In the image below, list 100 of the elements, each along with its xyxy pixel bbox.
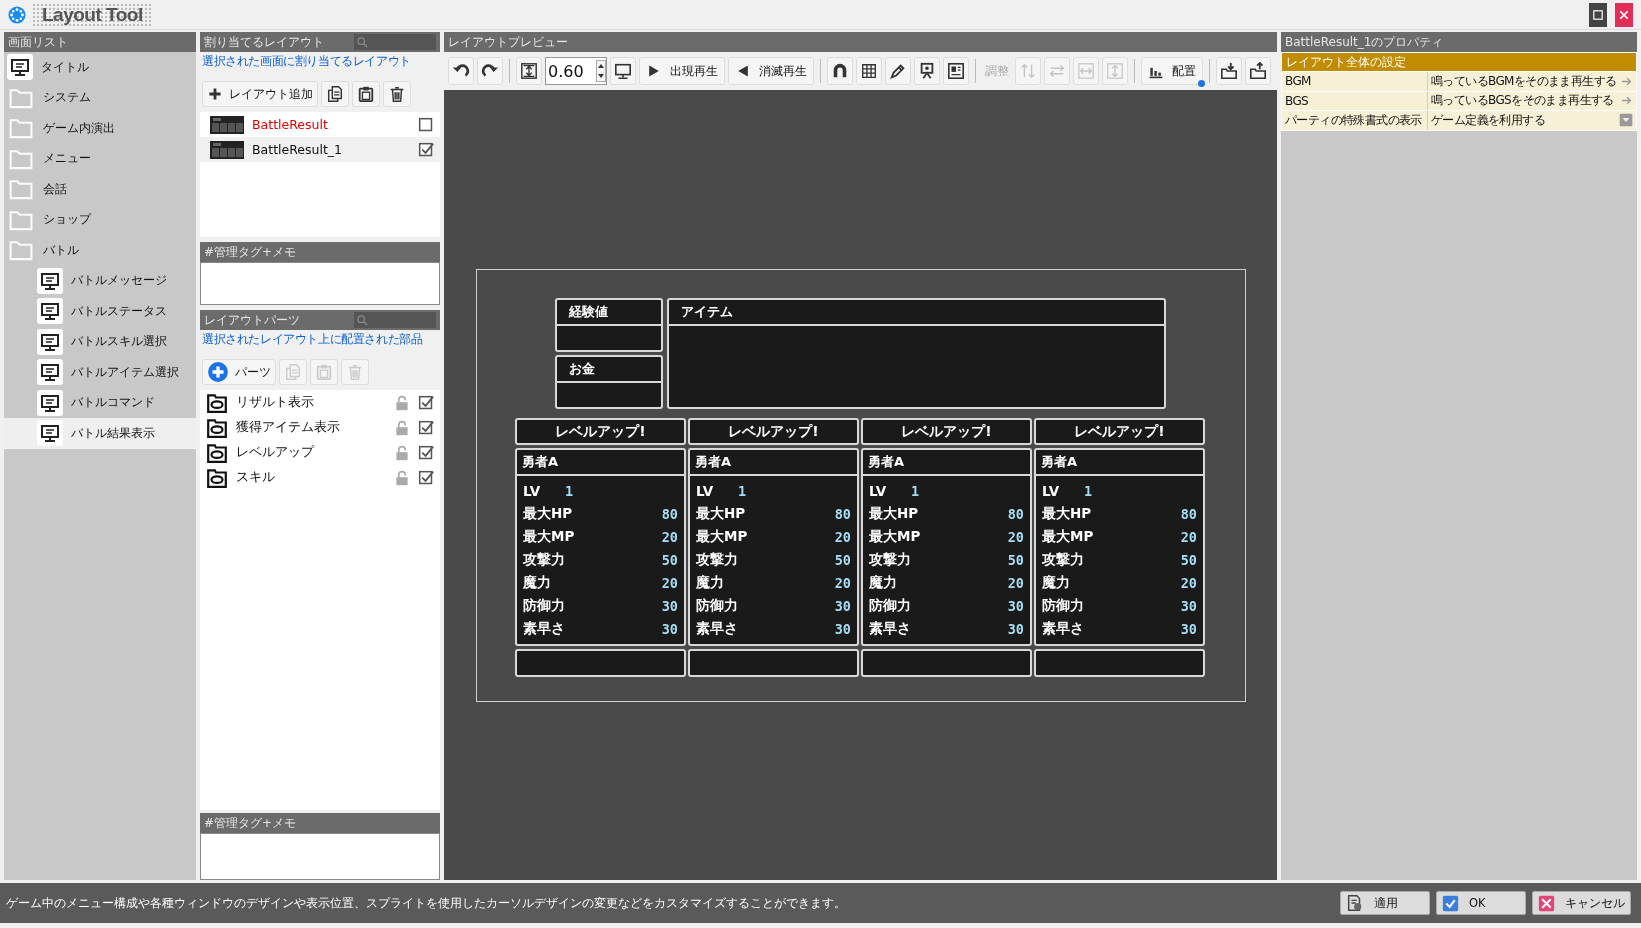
property-value[interactable]: ゲーム定義を利用する — [1428, 111, 1636, 130]
panel-header: #管理タグ+メモ — [200, 242, 440, 262]
stat-label: 素早さ — [696, 619, 739, 638]
toolbar-button[interactable]: 配置 — [1141, 57, 1203, 85]
copy-button[interactable] — [321, 81, 349, 107]
screen-list-item[interactable]: バトルメッセージ — [4, 265, 196, 296]
screen-list-item[interactable]: バトルステータス — [4, 296, 196, 327]
close-icon — [1538, 894, 1555, 912]
stat-value: 20 — [1180, 528, 1197, 545]
toolbar-button[interactable]: 消滅再生 — [728, 57, 814, 85]
plus-circle-icon — [207, 361, 229, 383]
dialog-button[interactable]: キャンセル — [1532, 891, 1631, 915]
toolbar-button[interactable] — [516, 57, 542, 85]
toolbar-button[interactable] — [1245, 57, 1271, 85]
zoom-field[interactable]: 0.60 — [545, 57, 607, 85]
toolbar-button[interactable] — [448, 57, 474, 85]
fit-icon — [520, 62, 538, 80]
part-list-item[interactable]: レベルアップ — [200, 440, 440, 465]
stat-label: 攻撃力 — [1042, 550, 1085, 569]
part-list-item[interactable]: リザルト表示 — [200, 390, 440, 415]
toolbar-button[interactable] — [827, 57, 853, 85]
toolbar-button[interactable] — [477, 57, 503, 85]
character-name: 勇者A — [868, 453, 905, 471]
toolbar-button[interactable]: 出現再生 — [639, 57, 725, 85]
stat-value: 50 — [661, 551, 678, 568]
search-field[interactable] — [354, 312, 436, 328]
maximize-button[interactable] — [1589, 2, 1607, 27]
close-button[interactable] — [1615, 2, 1633, 27]
screen-list-item[interactable]: ショップ — [4, 204, 196, 235]
stat-value: 30 — [1007, 597, 1024, 614]
stat-value: 20 — [661, 528, 678, 545]
toolbar-button[interactable] — [856, 57, 882, 85]
toolbar-button[interactable] — [885, 57, 911, 85]
checked-checkbox[interactable] — [418, 394, 434, 411]
stat-label: 魔力 — [869, 573, 898, 592]
stat-label: LV — [869, 482, 888, 499]
screen-list-item[interactable]: システム — [4, 82, 196, 113]
stat-label: 最大HP — [1042, 504, 1093, 523]
checked-checkbox[interactable] — [418, 469, 434, 486]
plus-icon — [207, 86, 223, 102]
toolbar-label: 調整 — [984, 62, 1010, 80]
stat-label: 最大MP — [696, 527, 749, 546]
property-value[interactable]: 鳴っているBGMをそのまま再生する — [1428, 72, 1636, 91]
stat-label: 素早さ — [523, 619, 566, 638]
dialog-button[interactable]: OK — [1436, 891, 1526, 915]
banner-text: レベルアップ! — [555, 422, 646, 441]
stat-value: 20 — [1007, 574, 1024, 591]
up-down-arrows-icon — [1019, 62, 1037, 80]
stat-label: 防御力 — [523, 596, 566, 615]
checked-checkbox[interactable] — [418, 141, 434, 158]
add-part-button[interactable]: パーツ — [202, 359, 276, 385]
screen-list-item[interactable]: タイトル — [4, 52, 196, 83]
screen-list-item[interactable]: ゲーム内演出 — [4, 113, 196, 144]
memo-field[interactable] — [200, 833, 440, 880]
copy-icon — [326, 85, 344, 103]
stat-value: 30 — [834, 597, 851, 614]
screen-list-item[interactable]: バトルスキル選択 — [4, 326, 196, 357]
checked-checkbox[interactable] — [418, 419, 434, 436]
screen-list-item[interactable]: バトルアイテム選択 — [4, 357, 196, 388]
panel-title: 割り当てるレイアウト — [204, 33, 325, 51]
add-layout-button[interactable]: レイアウト追加 — [202, 81, 318, 107]
stat-value: 80 — [834, 505, 851, 522]
toolbar-button[interactable] — [914, 57, 940, 85]
stat-value: 20 — [834, 528, 851, 545]
paste-button[interactable] — [352, 81, 380, 107]
character-name: 勇者A — [1041, 453, 1078, 471]
stat-label: LV — [1042, 482, 1061, 499]
banner-text: レベルアップ! — [1074, 422, 1165, 441]
checkbox[interactable] — [418, 116, 434, 133]
memo-field[interactable] — [200, 262, 440, 305]
checked-checkbox[interactable] — [418, 444, 434, 461]
stat-value: 80 — [1180, 505, 1197, 522]
layout-list-item[interactable]: BattleResult — [200, 112, 440, 137]
panel-header: BattleResult_1のプロパティ — [1281, 32, 1637, 52]
stat-value: 1 — [1084, 482, 1093, 499]
property-value[interactable]: 鳴っているBGSをそのまま再生する — [1428, 91, 1636, 110]
stat-value: 50 — [834, 551, 851, 568]
part-list-item[interactable]: 獲得アイテム表示 — [200, 415, 440, 440]
screen-list-item[interactable]: バトルコマンド — [4, 387, 196, 418]
stat-label: 防御力 — [869, 596, 912, 615]
part-list-item[interactable]: スキル — [200, 465, 440, 490]
toolbar-button[interactable] — [943, 57, 969, 85]
property-label: BGM — [1282, 72, 1428, 91]
stat-value: 80 — [1007, 505, 1024, 522]
toolbar-button[interactable] — [610, 57, 636, 85]
clipboard-icon — [315, 363, 333, 381]
stat-label: 防御力 — [696, 596, 739, 615]
dialog-button[interactable]: 適用 — [1340, 891, 1430, 915]
layout-list-item[interactable]: BattleResult_1 — [200, 137, 440, 162]
folder-import-icon — [1220, 62, 1238, 80]
spin-arrows-icon[interactable] — [596, 60, 606, 82]
screen-list-item[interactable]: 会話 — [4, 174, 196, 205]
screen-list-item[interactable]: バトル — [4, 235, 196, 266]
screen-list-item[interactable]: バトル結果表示 — [4, 418, 196, 449]
toolbar-button[interactable] — [1216, 57, 1242, 85]
search-field[interactable] — [354, 34, 436, 50]
panel-description: 選択された画面に割り当てるレイアウト — [201, 53, 412, 70]
swap-arrows-icon — [1048, 62, 1066, 80]
screen-list-item[interactable]: メニュー — [4, 143, 196, 174]
delete-button[interactable] — [383, 81, 411, 107]
